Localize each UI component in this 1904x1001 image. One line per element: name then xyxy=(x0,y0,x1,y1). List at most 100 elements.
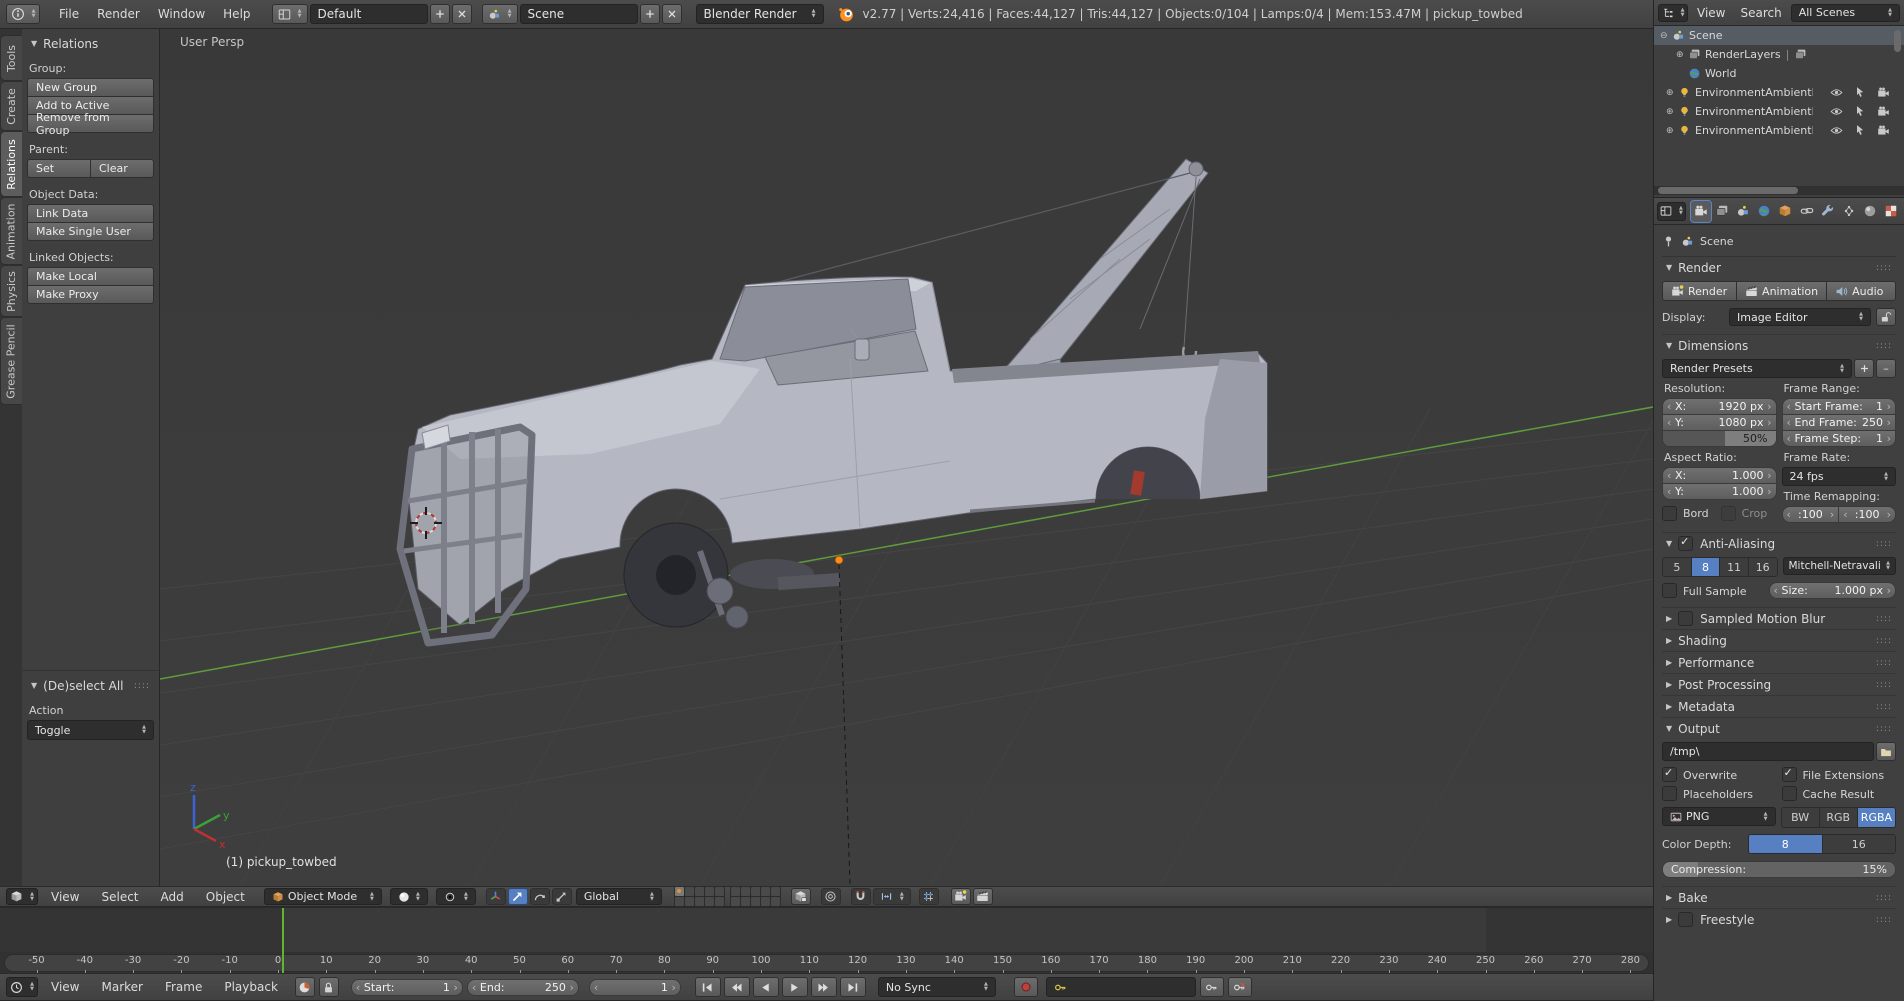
resolution-y-field[interactable]: Y:1080 px xyxy=(1662,414,1777,431)
panel-drag-dots-icon[interactable]: :::: xyxy=(1876,702,1892,712)
frame-rate-dropdown[interactable]: 24 fps xyxy=(1782,467,1897,486)
layer-toggle[interactable] xyxy=(751,897,760,906)
tab-relations[interactable]: Relations xyxy=(0,131,22,197)
render-presets-dropdown[interactable]: Render Presets xyxy=(1662,359,1852,378)
opengl-render-image-button[interactable] xyxy=(951,888,971,905)
tab-create[interactable]: Create xyxy=(0,81,22,131)
cursor-select-icon[interactable] xyxy=(1854,86,1866,98)
render-engine-dropdown[interactable]: Blender Render xyxy=(696,4,824,24)
tab-modifiers[interactable] xyxy=(1818,201,1838,222)
jump-to-start-button[interactable] xyxy=(695,977,721,997)
layer-toggle[interactable] xyxy=(741,897,750,906)
aspect-x-field[interactable]: X:1.000 xyxy=(1662,467,1777,484)
outliner-item-renderlayers[interactable]: ⊕ RenderLayers | xyxy=(1654,45,1904,64)
timeline-ruler[interactable]: -50-40-30-20-100102030405060708090100110… xyxy=(0,952,1653,974)
layer-toggle[interactable] xyxy=(705,897,714,906)
performance-panel-header[interactable]: ▶Performance:::: xyxy=(1662,652,1896,673)
layer-toggle[interactable] xyxy=(685,887,694,896)
full-sample-checkbox[interactable] xyxy=(1662,583,1677,598)
render-button[interactable]: Render xyxy=(1662,281,1737,301)
freestyle-checkbox[interactable] xyxy=(1678,912,1693,927)
tab-scene[interactable] xyxy=(1733,201,1753,222)
make-single-user-button[interactable]: Make Single User xyxy=(27,222,154,241)
color-depth-8[interactable]: 8 xyxy=(1749,835,1823,853)
scene-name-field[interactable]: Scene xyxy=(520,4,638,24)
make-proxy-button[interactable]: Make Proxy xyxy=(27,285,154,304)
file-extensions-checkbox[interactable] xyxy=(1782,767,1797,782)
time-remap-old-field[interactable]: :100 xyxy=(1782,506,1840,523)
use-preview-range-button[interactable] xyxy=(295,977,315,997)
link-data-button[interactable]: Link Data xyxy=(27,204,154,223)
start-frame-field[interactable]: Start Frame:1 xyxy=(1782,398,1897,415)
play-reverse-button[interactable] xyxy=(753,977,779,997)
tab-tools[interactable]: Tools xyxy=(0,35,22,81)
keying-set-field[interactable] xyxy=(1046,977,1196,997)
menu-marker[interactable]: Marker xyxy=(92,980,151,994)
screen-layout-icon-button[interactable] xyxy=(272,4,308,24)
parent-clear-button[interactable]: Clear xyxy=(90,159,154,178)
layer-toggle[interactable] xyxy=(761,897,770,906)
panel-drag-dots-icon[interactable]: :::: xyxy=(1876,658,1892,668)
camera-render-icon[interactable] xyxy=(1877,105,1890,118)
panel-drag-dots-icon[interactable]: :::: xyxy=(1876,724,1892,734)
translate-manipulator-button[interactable] xyxy=(508,888,528,905)
tab-world[interactable] xyxy=(1754,201,1774,222)
expand-icon[interactable]: ⊕ xyxy=(1676,50,1688,60)
menu-timeline-view[interactable]: View xyxy=(42,980,88,994)
outliner-filter-dropdown[interactable]: All Scenes xyxy=(1791,4,1900,22)
outliner-horizontal-scrollbar[interactable] xyxy=(1658,187,1798,194)
tab-material[interactable] xyxy=(1860,201,1880,222)
border-checkbox[interactable] xyxy=(1662,506,1677,521)
opengl-render-animation-button[interactable] xyxy=(973,888,993,905)
motion-blur-checkbox[interactable] xyxy=(1678,611,1693,626)
color-depth-16[interactable]: 16 xyxy=(1823,835,1896,853)
antialiasing-checkbox[interactable] xyxy=(1678,536,1693,551)
panel-drag-dots-icon[interactable]: :::: xyxy=(1876,614,1892,624)
tab-render-layers[interactable] xyxy=(1712,201,1732,222)
snap-toggle-button[interactable] xyxy=(851,888,871,905)
pin-icon[interactable] xyxy=(1662,235,1675,248)
previous-keyframe-button[interactable] xyxy=(724,977,750,997)
display-dropdown[interactable]: Image Editor xyxy=(1729,308,1871,326)
tab-render[interactable] xyxy=(1691,201,1711,222)
layer-toggle[interactable] xyxy=(675,897,684,906)
delete-layout-button[interactable] xyxy=(452,4,472,24)
output-path-field[interactable]: /tmp\ xyxy=(1662,742,1874,761)
viewport-3d-scene[interactable]: z y x xyxy=(160,29,1653,886)
mode-dropdown[interactable]: Object Mode xyxy=(264,888,382,905)
tab-particles[interactable] xyxy=(1839,201,1859,222)
frame-step-field[interactable]: Frame Step:1 xyxy=(1782,430,1897,447)
layer-toggle[interactable] xyxy=(695,887,704,896)
menu-window[interactable]: Window xyxy=(149,7,214,21)
tab-texture[interactable] xyxy=(1881,201,1901,222)
render-animation-button[interactable]: Animation xyxy=(1736,281,1827,301)
freestyle-panel-header[interactable]: ▶Freestyle:::: xyxy=(1662,909,1896,930)
aa-samples-8[interactable]: 8 xyxy=(1692,558,1721,576)
camera-render-icon[interactable] xyxy=(1877,124,1890,137)
layer-toggle[interactable] xyxy=(771,887,780,896)
panel-drag-dots-icon[interactable]: :::: xyxy=(1876,680,1892,690)
delete-scene-button[interactable] xyxy=(662,4,682,24)
menu-object[interactable]: Object xyxy=(197,890,254,904)
action-dropdown[interactable]: Toggle xyxy=(27,720,154,740)
outliner-vertical-scrollbar[interactable] xyxy=(1894,30,1901,52)
add-preset-button[interactable] xyxy=(1854,359,1874,378)
manipulator-toggle-button[interactable] xyxy=(486,888,506,905)
expand-icon[interactable]: ⊕ xyxy=(1666,126,1678,136)
pivot-point-dropdown[interactable] xyxy=(436,888,476,905)
display-lock-button[interactable] xyxy=(1876,308,1896,326)
outliner-item-lamp-2[interactable]: ⊕ EnvironmentAmbientLi xyxy=(1654,102,1904,121)
output-panel-header[interactable]: ▼Output:::: xyxy=(1662,718,1896,739)
layer-toggle[interactable] xyxy=(751,887,760,896)
menu-render[interactable]: Render xyxy=(88,7,149,21)
tab-animation[interactable]: Animation xyxy=(0,197,22,265)
deselect-all-panel-header[interactable]: ▼(De)select All:::: xyxy=(27,675,154,696)
sync-mode-dropdown[interactable]: No Sync xyxy=(878,977,996,997)
timeline-editor-type-button[interactable] xyxy=(6,977,38,997)
layer-toggle[interactable] xyxy=(685,897,694,906)
metadata-panel-header[interactable]: ▶Metadata:::: xyxy=(1662,696,1896,717)
expand-icon[interactable]: ⊕ xyxy=(1666,88,1678,98)
sampled-motion-blur-panel-header[interactable]: ▶Sampled Motion Blur:::: xyxy=(1662,608,1896,629)
transform-orientation-dropdown[interactable]: Global xyxy=(576,888,662,905)
outliner-item-lamp-3[interactable]: ⊕ EnvironmentAmbientLi xyxy=(1654,121,1904,140)
